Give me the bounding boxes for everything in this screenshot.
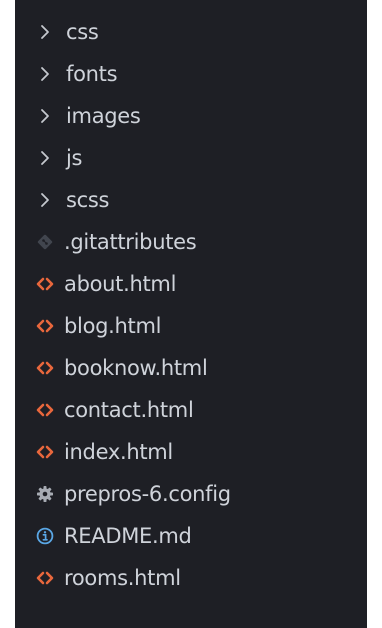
info-icon	[36, 526, 54, 546]
tree-folder-css[interactable]: css	[15, 11, 367, 53]
tree-file-prepros-config[interactable]: prepros-6.config	[15, 473, 367, 515]
tree-item-label: scss	[66, 188, 110, 212]
tree-item-label: README.md	[64, 524, 192, 548]
tree-folder-js[interactable]: js	[15, 137, 367, 179]
tree-file-booknow-html[interactable]: booknow.html	[15, 347, 367, 389]
tree-file-about-html[interactable]: about.html	[15, 263, 367, 305]
tree-item-label: .gitattributes	[64, 230, 197, 254]
chevron-right-icon[interactable]	[36, 190, 54, 210]
tree-file-gitattributes[interactable]: .gitattributes	[15, 221, 367, 263]
tree-item-label: images	[66, 104, 141, 128]
html-icon	[36, 316, 54, 336]
git-icon	[36, 232, 54, 252]
html-icon	[36, 442, 54, 462]
tree-file-index-html[interactable]: index.html	[15, 431, 367, 473]
gear-icon	[36, 484, 54, 504]
tree-folder-scss[interactable]: scss	[15, 179, 367, 221]
html-icon	[36, 274, 54, 294]
tree-file-readme[interactable]: README.md	[15, 515, 367, 557]
tree-item-label: js	[66, 146, 83, 170]
tree-item-label: blog.html	[64, 314, 162, 338]
tree-file-contact-html[interactable]: contact.html	[15, 389, 367, 431]
tree-item-label: css	[66, 20, 99, 44]
file-explorer: css fonts images js scss .gitattributes …	[15, 0, 367, 628]
html-icon	[36, 358, 54, 378]
tree-item-label: prepros-6.config	[64, 482, 231, 506]
tree-item-label: about.html	[64, 272, 177, 296]
html-icon	[36, 568, 54, 588]
tree-item-label: rooms.html	[64, 566, 181, 590]
chevron-right-icon[interactable]	[36, 64, 54, 84]
tree-item-label: index.html	[64, 440, 173, 464]
tree-file-blog-html[interactable]: blog.html	[15, 305, 367, 347]
tree-folder-images[interactable]: images	[15, 95, 367, 137]
html-icon	[36, 400, 54, 420]
tree-item-label: fonts	[66, 62, 118, 86]
chevron-right-icon[interactable]	[36, 22, 54, 42]
tree-item-label: booknow.html	[64, 356, 208, 380]
tree-folder-fonts[interactable]: fonts	[15, 53, 367, 95]
chevron-right-icon[interactable]	[36, 106, 54, 126]
tree-file-rooms-html[interactable]: rooms.html	[15, 557, 367, 599]
chevron-right-icon[interactable]	[36, 148, 54, 168]
tree-item-label: contact.html	[64, 398, 194, 422]
